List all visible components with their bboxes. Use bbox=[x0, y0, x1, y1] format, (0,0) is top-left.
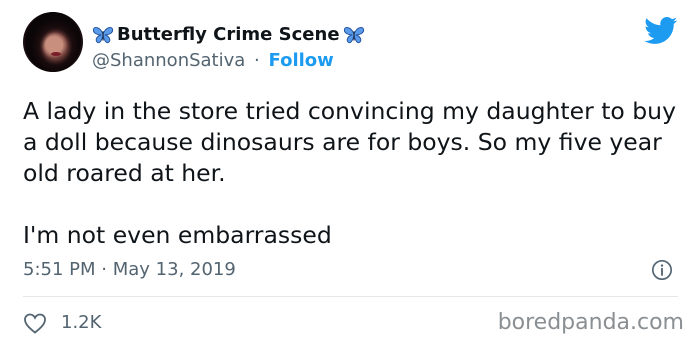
avatar[interactable] bbox=[23, 12, 83, 72]
watermark: boredpanda.com bbox=[497, 310, 684, 335]
like-action[interactable]: 1.2K bbox=[23, 312, 101, 334]
separator: · bbox=[254, 50, 260, 71]
tweet-date: May 13, 2019 bbox=[112, 259, 236, 280]
tweet-time: 5:51 PM bbox=[23, 259, 96, 280]
tweet-text: A lady in the store tried convincing my … bbox=[23, 96, 683, 251]
tweet-paragraph: I'm not even embarrassed bbox=[23, 221, 332, 249]
divider bbox=[23, 296, 678, 297]
display-name[interactable]: Butterfly Crime Scene bbox=[117, 24, 340, 46]
follow-button[interactable]: Follow bbox=[269, 50, 334, 71]
tweet-timestamp[interactable]: 5:51 PM · May 13, 2019 bbox=[23, 258, 236, 282]
info-icon[interactable] bbox=[651, 259, 673, 281]
butterfly-icon bbox=[343, 24, 365, 46]
author-handle[interactable]: @ShannonSativa bbox=[92, 50, 245, 71]
heart-icon[interactable] bbox=[23, 312, 47, 334]
twitter-bird-icon[interactable] bbox=[644, 17, 678, 45]
like-count: 1.2K bbox=[61, 312, 102, 333]
tweet-paragraph: A lady in the store tried convincing my … bbox=[23, 97, 676, 187]
separator: · bbox=[101, 259, 107, 280]
handle-row: @ShannonSativa · Follow bbox=[92, 50, 334, 72]
butterfly-icon bbox=[92, 24, 114, 46]
author-name-row[interactable]: Butterfly Crime Scene bbox=[92, 24, 365, 46]
